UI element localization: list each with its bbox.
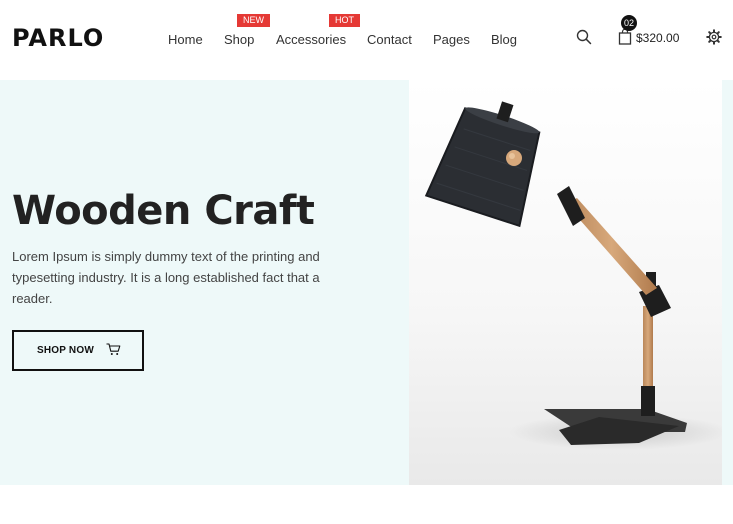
- bag-icon[interactable]: [618, 28, 632, 50]
- nav-item-pages[interactable]: Pages: [433, 32, 470, 47]
- shop-now-label: SHOP NOW: [37, 345, 94, 356]
- logo[interactable]: PARLO: [12, 24, 104, 52]
- nav-item-contact[interactable]: Contact: [367, 32, 412, 47]
- cart-icon: [106, 343, 121, 361]
- hero-description: Lorem Ipsum is simply dummy text of the …: [12, 249, 320, 306]
- nav-item-home[interactable]: Home: [168, 32, 203, 47]
- new-badge: NEW: [237, 14, 270, 27]
- hero-banner: Wooden Craft Lorem Ipsum is simply dummy…: [0, 80, 733, 485]
- nav-item-shop[interactable]: Shop: [224, 32, 254, 47]
- gear-icon[interactable]: [706, 29, 722, 50]
- hot-badge: HOT: [329, 14, 360, 27]
- nav-item-accessories[interactable]: Accessories: [276, 32, 346, 47]
- cart-count-badge: 02: [621, 15, 637, 31]
- shop-now-button[interactable]: SHOP NOW: [12, 330, 144, 371]
- cart-total[interactable]: $320.00: [636, 31, 679, 45]
- hero-side-strip: [722, 80, 733, 485]
- desk-lamp-image: [409, 80, 722, 485]
- site-header: PARLO Home Shop NEW Accessories HOT Cont…: [0, 0, 733, 80]
- hero-title: Wooden Craft: [12, 188, 315, 234]
- nav-item-blog[interactable]: Blog: [491, 32, 517, 47]
- search-icon[interactable]: [576, 29, 592, 50]
